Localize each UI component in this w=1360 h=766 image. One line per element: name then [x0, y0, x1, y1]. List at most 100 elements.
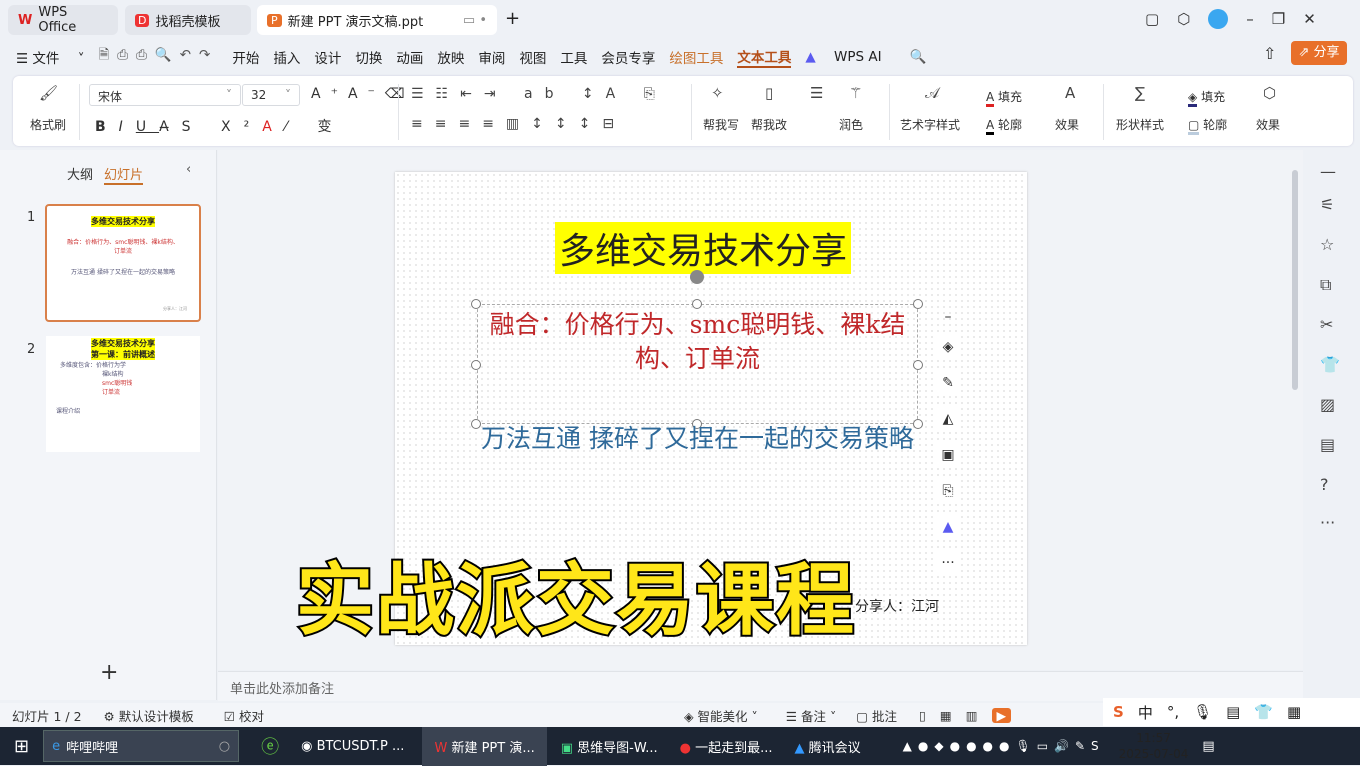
file-menu[interactable]: ☰ 文件 ˅ [16, 47, 84, 67]
menu-tools[interactable]: 工具 [560, 47, 587, 67]
menu-view[interactable]: 视图 [519, 47, 546, 67]
text-fill-button[interactable]: A 填充 [986, 88, 1022, 107]
taskbar-app-netease-music[interactable]: ● 一起走到最... [680, 737, 773, 756]
shape-icon[interactable]: ⎘ [935, 478, 961, 504]
search-icon[interactable]: 🔍 [910, 49, 927, 65]
rotate-handle-icon[interactable] [690, 270, 704, 284]
sogou-ime-icon[interactable]: S [1113, 703, 1124, 721]
fill-icon[interactable]: ◭ [935, 406, 961, 432]
clock[interactable]: 11:57 2025-07-04 [1119, 730, 1189, 762]
collapse-icon[interactable]: — [1320, 162, 1336, 181]
star-icon[interactable]: ☆ [1320, 235, 1334, 254]
taskbar-search-input[interactable]: e 哔哩哔哩 ○ [43, 730, 240, 762]
notes-button[interactable]: ☰ 备注 ˅ [786, 706, 836, 725]
frame-icon[interactable]: ▣ [935, 442, 961, 468]
tab-ppt-document[interactable]: P 新建 PPT 演示文稿.ppt ▭ • [257, 5, 497, 35]
taskbar-app-tencent-meeting[interactable]: ▲ 腾讯会议 [795, 737, 861, 756]
help-edit-button[interactable]: 帮我改 [751, 116, 787, 133]
copy-icon[interactable]: ⧉ [1320, 275, 1331, 295]
shirt-icon[interactable]: 👕 [1320, 355, 1340, 374]
tab-templates[interactable]: D 找稻壳模板 [125, 5, 251, 35]
keyboard-icon[interactable]: ▤ [1226, 703, 1240, 721]
slide-author[interactable]: 分享人：江河 [855, 596, 939, 616]
tools-icon[interactable]: ✂ [1320, 315, 1333, 334]
font-style-buttons[interactable]: BIUA̶S X²A⁄ 变 [95, 116, 345, 136]
mic-icon[interactable]: 🎙 [1193, 703, 1212, 721]
toolbox-icon[interactable]: ▦ [1287, 703, 1301, 721]
smart-beautify-button[interactable]: ◈ 智能美化 ˅ [684, 706, 758, 725]
menu-slideshow[interactable]: 放映 [437, 47, 464, 67]
menu-wps-ai[interactable]: ▲ WPS AI [805, 49, 895, 65]
wps-ai-icon[interactable]: ▲ [935, 514, 961, 540]
menu-review[interactable]: 审阅 [478, 47, 505, 67]
play-slideshow-button[interactable]: ▶ [991, 707, 1012, 723]
taskbar-app-mindmap[interactable]: ▣ 思维导图-W... [561, 737, 658, 756]
system-tray-icons[interactable]: ▲●◆●●●●🎙▭🔊✎S [903, 739, 1105, 753]
shape-effect-button[interactable]: 效果 [1256, 116, 1280, 133]
notes-input[interactable]: 单击此处添加备注 [218, 671, 1303, 701]
book-icon[interactable]: ▤ [1320, 435, 1335, 454]
view-mode-buttons[interactable]: ▯▦▥ [919, 708, 992, 723]
tab-slides[interactable]: 幻灯片 [104, 164, 144, 185]
ime-mode[interactable]: 中 [1138, 702, 1153, 723]
paragraph-align-buttons[interactable]: ≡≡≡≡▥↕↕↕⊟ [411, 116, 626, 132]
minimize-button[interactable]: – [1246, 10, 1254, 28]
avatar[interactable] [1208, 9, 1229, 29]
notification-icon[interactable]: ▤ [1202, 739, 1214, 754]
menu-member[interactable]: 会员专享 [601, 47, 655, 67]
menu-transition[interactable]: 切换 [355, 47, 382, 67]
add-slide-button[interactable]: + [100, 660, 118, 685]
punctuation-icon[interactable]: °, [1167, 703, 1179, 721]
share-button[interactable]: ⇗ 分享 [1291, 41, 1347, 65]
layers-icon[interactable]: ◈ [935, 334, 961, 360]
window-layout-icon[interactable]: ▢ [1145, 10, 1159, 28]
format-painter-button[interactable]: 格式刷 [30, 116, 66, 133]
cube-icon[interactable]: ⬡ [1177, 10, 1190, 28]
slide-subtitle-red[interactable]: 融合：价格行为、smc聪明钱、裸k结构、订单流 [485, 308, 910, 376]
collapse-pane-icon[interactable]: ‹ [186, 162, 191, 177]
design-template-button[interactable]: ⚙ 默认设计模板 [104, 706, 194, 725]
format-painter-icon[interactable]: 🖌 [39, 84, 58, 102]
menu-text-tools[interactable]: 文本工具 [737, 46, 792, 68]
brush-icon[interactable]: ✎ [935, 370, 961, 396]
art-style-button[interactable]: 艺术字样式 [900, 116, 960, 133]
font-name-select[interactable]: 宋体 ˅ [89, 84, 241, 106]
taskbar-app-wps[interactable]: W 新建 PPT 演... [422, 726, 547, 766]
skin-icon[interactable]: 👕 [1254, 703, 1273, 721]
minus-icon[interactable]: – [935, 304, 961, 330]
taskbar-app-chrome[interactable]: ◉ BTCUSDT.P ... [301, 739, 404, 754]
browser-360-icon[interactable]: ⓔ [261, 733, 279, 759]
close-button[interactable]: ✕ [1303, 10, 1316, 28]
slide-title[interactable]: 多维交易技术分享 [555, 222, 852, 274]
image-icon[interactable]: ▨ [1320, 395, 1335, 414]
tab-outline[interactable]: 大纲 [67, 164, 93, 183]
slide-thumbnail-1[interactable]: 多维交易技术分享 融合：价格行为、smc聪明钱、裸k结构、订单流 万法互通 揉碎… [45, 204, 201, 322]
more-icon[interactable]: ··· [935, 550, 961, 576]
help-icon[interactable]: ? [1320, 475, 1329, 494]
slide-text-blue[interactable]: 万法互通 揉碎了又捏在一起的交易策略 [480, 422, 915, 456]
restore-button[interactable]: ❐ [1272, 10, 1285, 28]
font-size-select[interactable]: 32 ˅ [242, 84, 300, 106]
menu-animation[interactable]: 动画 [396, 47, 423, 67]
font-grow-shrink-clear[interactable]: A⁺A⁻⌫ [311, 86, 415, 102]
text-effect-button[interactable]: 效果 [1055, 116, 1079, 133]
new-tab-button[interactable]: + [505, 8, 520, 29]
shape-fill-button[interactable]: ◈ 填充 [1188, 88, 1225, 107]
shape-outline-button[interactable]: ▢ 轮廓 [1188, 116, 1227, 135]
shape-style-button[interactable]: 形状样式 [1116, 116, 1164, 133]
quick-access-toolbar[interactable]: 🗎⎙⎙🔍↶↷ [98, 45, 218, 68]
settings-sliders-icon[interactable]: ⚟ [1320, 195, 1334, 214]
menu-start[interactable]: 开始 [232, 47, 259, 67]
help-write-button[interactable]: 帮我写 [703, 116, 739, 133]
proofread-button[interactable]: ☑ 校对 [224, 706, 264, 725]
slide-thumbnail-2[interactable]: 多维交易技术分享 第一课：前讲概述 多维度包含：价格行为学 裸k结构 smc聪明… [46, 336, 200, 452]
menu-design[interactable]: 设计 [314, 47, 341, 67]
menu-insert[interactable]: 插入 [273, 47, 300, 67]
polish-button[interactable]: 润色 [839, 116, 863, 133]
list-indent-buttons[interactable]: ☰☷⇤⇥ ab ↕A ⎘ [411, 86, 667, 102]
text-outline-button[interactable]: A 轮廓 [986, 116, 1022, 135]
more-options-icon[interactable]: ··· [1320, 513, 1335, 532]
tab-wps-office[interactable]: W WPS Office [8, 5, 118, 35]
comments-button[interactable]: ▢ 批注 [856, 706, 897, 725]
vertical-scrollbar[interactable] [1292, 170, 1298, 390]
